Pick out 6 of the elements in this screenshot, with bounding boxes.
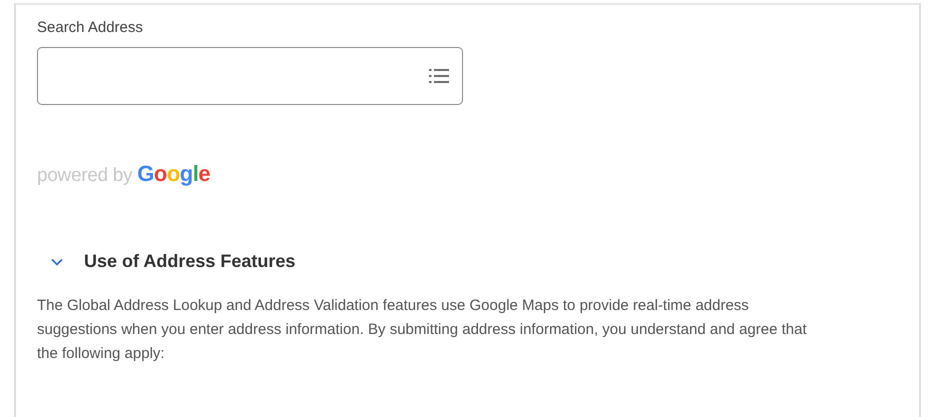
section-text: The Global Address Lookup and Address Validation features use Google Maps to provide real-time address suggestions when you enter address information. By submitting address information, you understand and agree that the following apply:: [37, 296, 808, 364]
section-heading[interactable]: Use of Address Features: [84, 251, 296, 272]
search-field[interactable]: [37, 47, 463, 105]
chevron-icon[interactable]: [51, 258, 63, 266]
list-icon[interactable]: [429, 68, 449, 84]
field-label: Search Address: [37, 19, 144, 36]
